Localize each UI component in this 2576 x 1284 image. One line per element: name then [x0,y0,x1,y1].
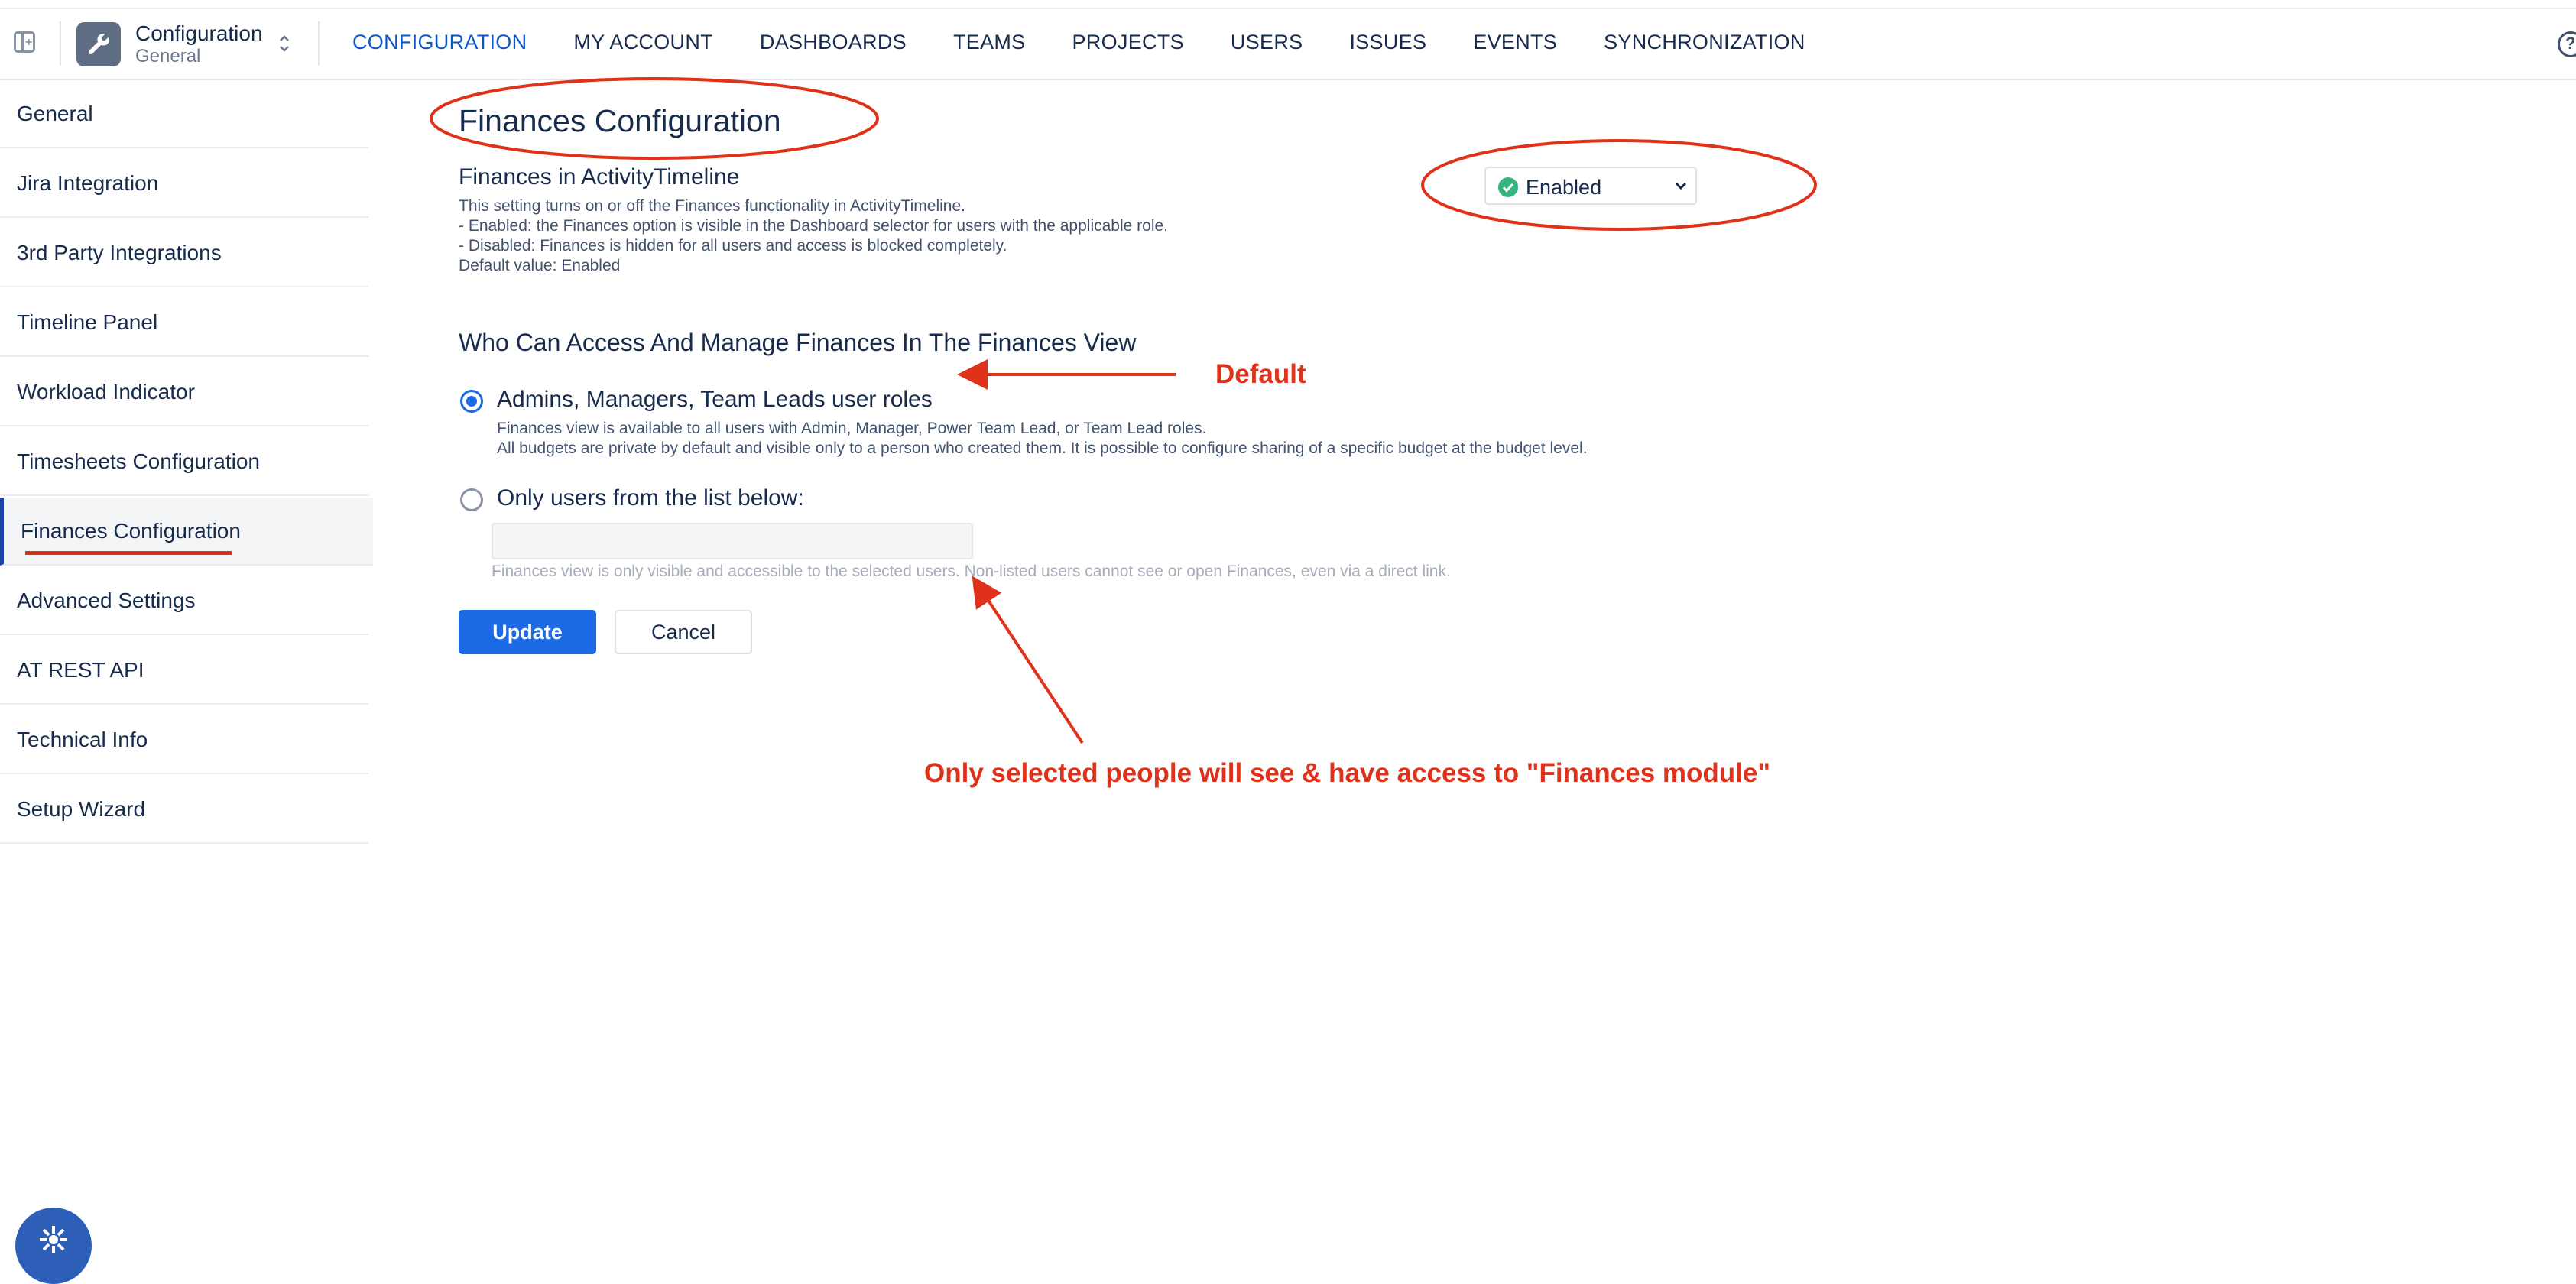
setting-description: This setting turns on or off the Finance… [459,196,1168,276]
sidebar-item-label: Setup Wizard [17,796,146,821]
sidebar-item-finances-configuration[interactable]: Finances Configuration [0,498,373,566]
sidebar-item-technical-info[interactable]: Technical Info [0,706,368,774]
sidebar-item-label: Technical Info [17,727,148,751]
tab-events[interactable]: EVENTS [1473,31,1557,54]
sidebar-item-advanced-settings[interactable]: Advanced Settings [0,567,368,635]
sidebar-item-3rd-party-integrations[interactable]: 3rd Party Integrations [0,219,368,287]
sidebar-item-workload-indicator[interactable]: Workload Indicator [0,358,368,426]
sidebar-item-general[interactable]: General [0,80,368,148]
sidebar-item-label: Finances Configuration [21,518,241,543]
sparkle-icon [40,1226,67,1253]
tab-issues[interactable]: ISSUES [1349,31,1426,54]
tab-projects[interactable]: PROJECTS [1072,31,1183,54]
status-select-value: Enabled [1526,176,1602,199]
annotation-default-label: Default [1215,359,1306,389]
update-button[interactable]: Update [459,610,596,654]
user-list-hint: Finances view is only visible and access… [492,563,1451,580]
app-subtitle: General [135,46,201,66]
annotation-access-note: Only selected people will see & have acc… [924,758,1770,788]
sidebar-item-label: AT REST API [17,657,144,682]
sidebar-item-label: Timesheets Configuration [17,449,261,473]
app-switcher[interactable]: Configuration General [76,20,306,69]
main-tabs: CONFIGURATION MY ACCOUNT DASHBOARDS TEAM… [352,31,1805,54]
chevron-down-icon [1674,180,1688,195]
radio-user-list[interactable] [460,488,483,511]
header-divider [318,21,320,66]
wrench-icon [76,22,121,66]
tab-teams[interactable]: TEAMS [953,31,1026,54]
tab-synchronization[interactable]: SYNCHRONIZATION [1604,31,1805,54]
header-divider [60,21,61,66]
option-user-list-label[interactable]: Only users from the list below: [497,485,804,511]
setting-desc-line: - Disabled: Finances is hidden for all u… [459,237,1007,255]
top-navigation-bar: + Configuration General CONFIGURATION MY… [0,9,2576,80]
setting-desc-line: Default value: Enabled [459,257,621,274]
sidebar-item-label: Timeline Panel [17,310,158,334]
chevron-updown-icon [278,32,290,59]
sidebar-item-setup-wizard[interactable]: Setup Wizard [0,776,368,844]
setting-desc-line: - Enabled: the Finances option is visibl… [459,217,1169,235]
sidebar-toggle-icon[interactable]: + [14,31,35,53]
annotation-underline [25,551,232,555]
sidebar-item-label: Jira Integration [17,170,159,195]
support-fab[interactable] [15,1208,92,1284]
option-desc-line: Finances view is available to all users … [497,420,1207,437]
main-content: Finances Configuration Finances in Activ… [459,80,2522,1227]
finances-status-select[interactable]: Enabled [1484,167,1697,205]
sidebar-item-timeline-panel[interactable]: Timeline Panel [0,289,368,357]
check-circle-icon [1498,177,1518,197]
settings-sidebar: General Jira Integration 3rd Party Integ… [0,80,373,845]
page-title: Finances Configuration [459,103,781,138]
tab-dashboards[interactable]: DASHBOARDS [760,31,907,54]
help-icon[interactable]: ? [2558,31,2576,57]
sidebar-item-label: General [17,101,93,125]
sidebar-item-timesheets-configuration[interactable]: Timesheets Configuration [0,428,368,496]
option-roles-label[interactable]: Admins, Managers, Team Leads user roles [497,387,933,413]
radio-roles[interactable] [460,390,483,413]
tab-my-account[interactable]: MY ACCOUNT [573,31,713,54]
sidebar-item-label: Workload Indicator [17,379,195,404]
tab-configuration[interactable]: CONFIGURATION [352,31,527,54]
option-desc-line: All budgets are private by default and v… [497,439,1588,457]
user-picker-input[interactable] [492,523,973,559]
setting-title: Finances in ActivityTimeline [459,164,740,190]
option-roles-description: Finances view is available to all users … [497,419,1588,459]
sidebar-item-label: 3rd Party Integrations [17,240,222,264]
section-title: Who Can Access And Manage Finances In Th… [459,329,1137,356]
tab-users[interactable]: USERS [1231,31,1303,54]
sidebar-item-label: Advanced Settings [17,588,196,612]
cancel-button[interactable]: Cancel [615,610,752,654]
app-title: Configuration [135,21,263,45]
sidebar-item-at-rest-api[interactable]: AT REST API [0,637,368,705]
sidebar-item-jira-integration[interactable]: Jira Integration [0,150,368,218]
setting-desc-line: This setting turns on or off the Finance… [459,197,965,215]
